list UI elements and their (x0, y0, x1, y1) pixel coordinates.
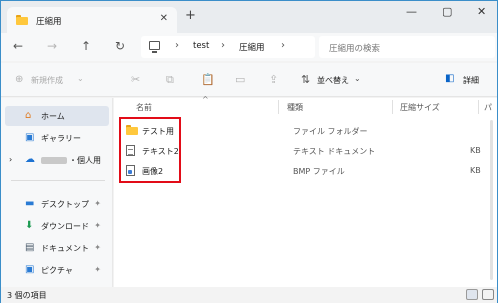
blurred-account-name (41, 157, 67, 164)
address-row: ← → ↑ ↻ › test › 圧縮用 › 圧縮用の検索 (1, 33, 497, 61)
chevron-down-icon[interactable]: ⌄ (77, 74, 84, 83)
tab-compress[interactable]: 圧縮用 ✕ (7, 7, 177, 33)
details-button[interactable]: 詳細 (463, 75, 479, 86)
tab-close-icon[interactable]: ✕ (160, 13, 168, 24)
new-tab-button[interactable]: + (185, 8, 196, 23)
cloud-icon: ☁ (25, 154, 35, 165)
expand-chevron-icon[interactable]: › (9, 155, 12, 164)
breadcrumb-test[interactable]: test (193, 41, 209, 51)
search-input[interactable]: 圧縮用の検索 (319, 36, 495, 58)
breadcrumb-separator: › (221, 40, 225, 51)
pin-icon[interactable]: ✦ (94, 199, 101, 208)
share-icon[interactable]: ⇪ (269, 73, 278, 86)
copy-icon[interactable]: ⧉ (166, 73, 174, 87)
pc-icon (149, 41, 160, 53)
sidebar-item-label: ホーム (41, 112, 65, 121)
column-header-compressed-size[interactable]: 圧縮サイズ (400, 102, 440, 113)
column-divider[interactable] (392, 100, 393, 114)
documents-icon: ▤ (25, 242, 35, 253)
gallery-icon: ▣ (25, 132, 35, 143)
pin-icon[interactable]: ✦ (94, 243, 101, 252)
details-pane-icon[interactable]: ◧ (445, 73, 454, 84)
column-header-name[interactable]: 名前 (136, 102, 152, 113)
desktop-icon: ▬ (25, 198, 35, 209)
large-icons-view-icon[interactable] (482, 289, 494, 300)
pin-icon[interactable]: ✦ (94, 221, 101, 230)
sidebar-item-downloads[interactable]: ⬇ ダウンロード ✦ (5, 216, 109, 236)
pictures-icon: ▣ (25, 264, 35, 275)
tab-title: 圧縮用 (36, 17, 62, 27)
address-bar[interactable]: › test › 圧縮用 › (141, 36, 315, 58)
sidebar-item-home[interactable]: ⌂ ホーム (5, 106, 109, 126)
column-header-path[interactable]: パ (484, 102, 492, 113)
column-divider[interactable] (278, 100, 279, 114)
maximize-button[interactable]: ▢ (442, 5, 452, 18)
close-window-button[interactable]: ✕ (477, 5, 486, 18)
pin-icon[interactable]: ✦ (94, 265, 101, 274)
new-button[interactable]: 新規作成 (31, 75, 63, 86)
file-type: テキスト ドキュメント (293, 147, 376, 156)
file-type: BMP ファイル (293, 167, 345, 176)
command-bar: ⊕ 新規作成 ⌄ ✂ ⧉ 📋 ▭ ⇪ ⇅ 並べ替え ⌄ ◧ 詳細 (1, 63, 497, 97)
file-type: ファイル フォルダー (293, 127, 368, 136)
forward-arrow-icon[interactable]: → (47, 39, 57, 53)
rename-icon[interactable]: ▭ (235, 73, 245, 86)
sidebar-item-pictures[interactable]: ▣ ピクチャ ✦ (5, 260, 109, 280)
sidebar-item-label: ピクチャ (41, 266, 73, 275)
explorer-window: 圧縮用 ✕ + — ▢ ✕ ← → ↑ ↻ › test › 圧縮用 › 圧縮用… (0, 0, 498, 303)
sidebar-item-desktop[interactable]: ▬ デスクトップ ✦ (5, 194, 109, 214)
paste-icon[interactable]: 📋 (201, 73, 215, 86)
breadcrumb-separator: › (175, 40, 179, 51)
minimize-button[interactable]: — (406, 5, 417, 18)
cut-icon[interactable]: ✂ (131, 73, 140, 86)
sort-button[interactable]: 並べ替え (317, 75, 349, 86)
refresh-icon[interactable]: ↻ (115, 39, 125, 53)
column-header-type[interactable]: 種類 (287, 102, 303, 113)
sidebar-item-documents[interactable]: ▤ ドキュメント ✦ (5, 238, 109, 258)
breadcrumb-compress[interactable]: 圧縮用 (239, 41, 265, 53)
details-view-icon[interactable] (466, 289, 478, 300)
download-icon: ⬇ (25, 220, 34, 231)
home-icon: ⌂ (25, 110, 32, 121)
file-size: KB (470, 146, 481, 155)
search-placeholder: 圧縮用の検索 (329, 44, 381, 54)
vertical-scrollbar[interactable] (490, 120, 493, 280)
navigation-pane: ⌂ ホーム ▣ ギャラリー › ☁ ・個人用 ▬ デスクトップ ✦ ⬇ ダウンロ… (1, 98, 113, 287)
tab-bar: 圧縮用 ✕ + — ▢ ✕ (1, 1, 497, 33)
item-count: 3 個の項目 (7, 291, 47, 300)
sidebar-item-label: デスクトップ (41, 200, 89, 209)
highlight-annotation-box (119, 117, 181, 183)
sort-caret-icon: ^ (202, 95, 209, 104)
sidebar-item-label: ダウンロード (41, 222, 89, 231)
sidebar-item-label: ・個人用 (69, 156, 101, 165)
sidebar-divider (11, 180, 105, 181)
sidebar-item-gallery[interactable]: ▣ ギャラリー (5, 128, 109, 148)
column-divider[interactable] (478, 100, 479, 114)
status-bar: 3 個の項目 (1, 287, 497, 303)
back-arrow-icon[interactable]: ← (13, 39, 23, 53)
breadcrumb-separator: › (281, 40, 285, 51)
new-plus-icon[interactable]: ⊕ (15, 74, 23, 85)
file-size: KB (470, 166, 481, 175)
sort-icon[interactable]: ⇅ (301, 73, 310, 86)
sidebar-item-onedrive[interactable]: › ☁ ・個人用 (5, 150, 109, 170)
up-arrow-icon[interactable]: ↑ (81, 39, 91, 53)
sidebar-item-label: ギャラリー (41, 134, 81, 143)
chevron-down-icon[interactable]: ⌄ (354, 74, 361, 83)
sidebar-item-label: ドキュメント (41, 244, 89, 253)
file-list: ^ 名前 種類 圧縮サイズ パ テスト用 ファイル フォルダー テキスト2 テキ… (114, 95, 497, 287)
folder-icon (16, 15, 28, 25)
